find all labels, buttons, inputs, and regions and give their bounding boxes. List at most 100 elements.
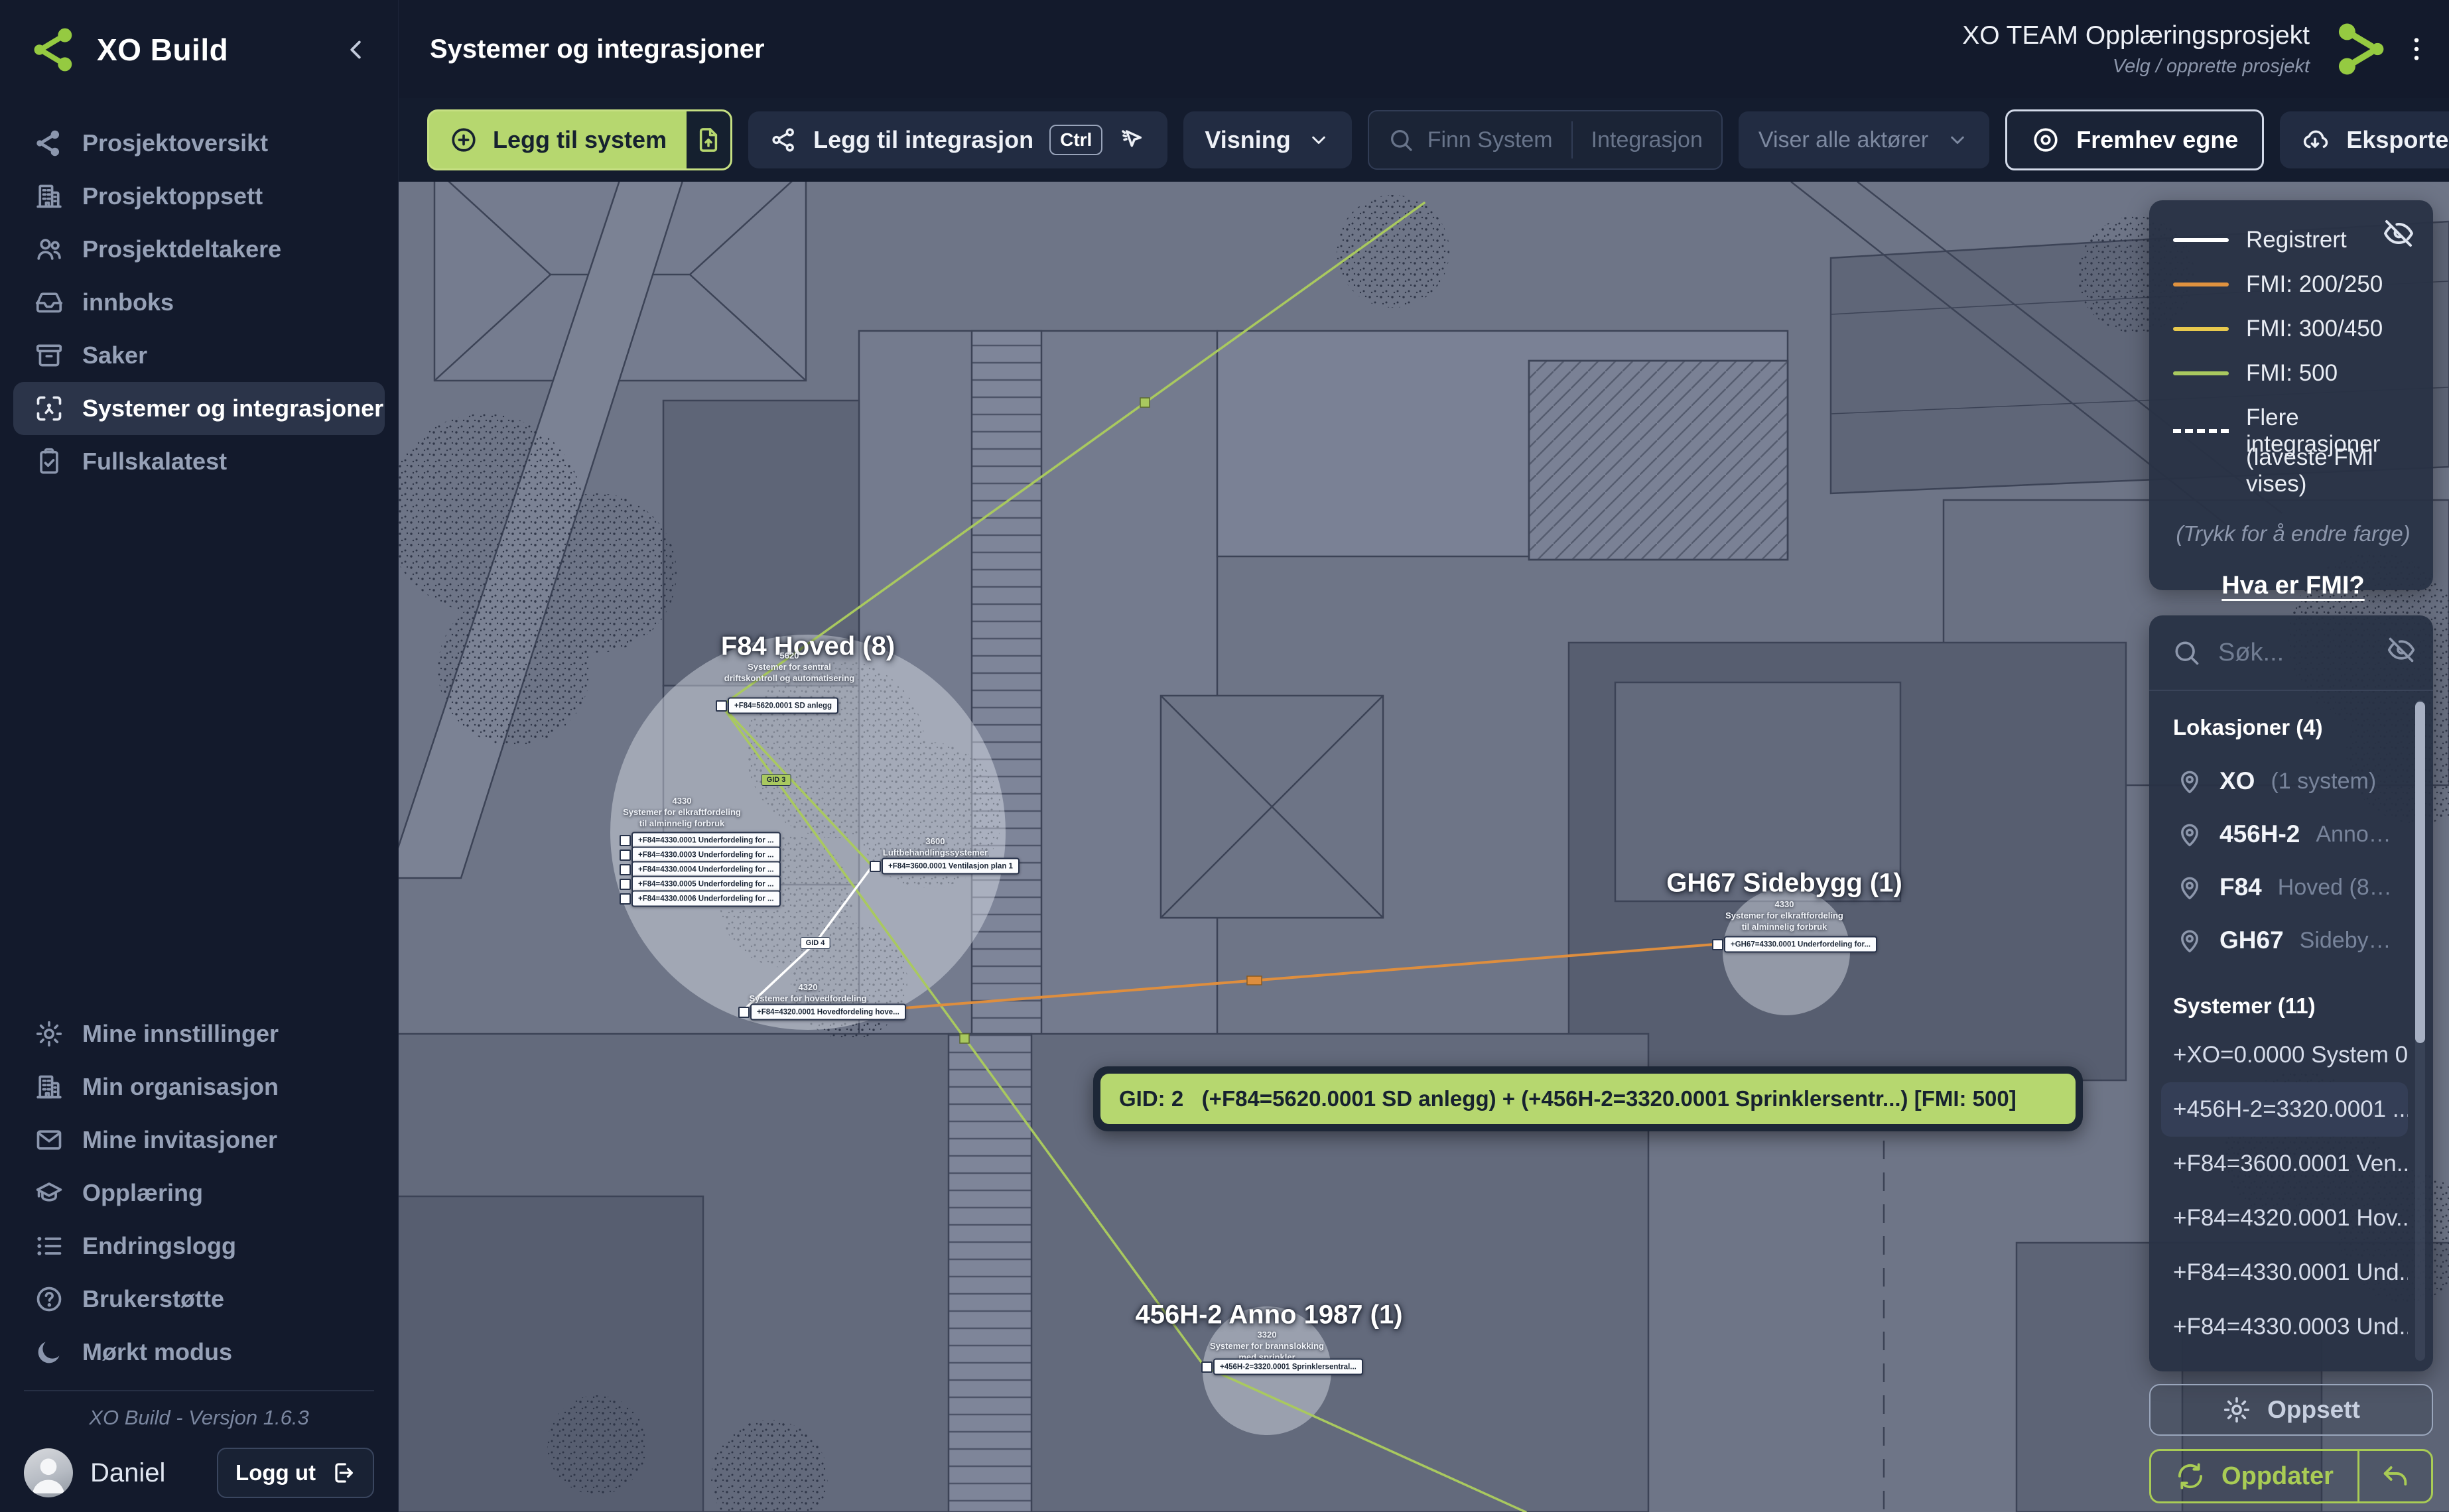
sidebar-item-label: Min organisasjon [82, 1073, 279, 1101]
view-dropdown[interactable]: Visning [1183, 111, 1351, 168]
sidebar-item-label: Prosjektoppsett [82, 182, 263, 210]
panel-scrollbar-thumb[interactable] [2415, 702, 2425, 1043]
sidebar-item-prosjektoppsett[interactable]: Prosjektoppsett [13, 170, 385, 223]
legend-line-swatch [2173, 238, 2229, 242]
system-chip[interactable]: +GH67=4330.0001 Underfordeling for... [1724, 936, 1877, 953]
panel-search-input[interactable]: Søk... [2149, 615, 2433, 691]
logout-button[interactable]: Logg ut [217, 1448, 374, 1498]
system-row[interactable]: +F84=4320.0001 Hov... [2161, 1191, 2408, 1245]
sidebar-item-label: Prosjektdeltakere [82, 235, 281, 263]
sidebar-item-saker[interactable]: Saker [13, 329, 385, 382]
what-is-fmi-link[interactable]: Hva er FMI? [2173, 572, 2413, 600]
location-row-f84[interactable]: F84 Hoved (8 sys... [2176, 861, 2396, 914]
system-chip[interactable]: +F84=4320.0001 Hovedfordeling hove... [750, 1004, 906, 1021]
search-icon [1388, 127, 1414, 153]
target-icon [2031, 125, 2060, 155]
legend-row-fmi-500[interactable]: FMI: 500 [2173, 360, 2413, 387]
system-chip[interactable]: +F84=5620.0001 SD anlegg [728, 698, 838, 714]
system-chip[interactable]: +F84=3600.0001 Ventilasjon plan 1 [882, 858, 1020, 875]
system-row[interactable]: +F84=4330.0003 Und... [2161, 1300, 2408, 1354]
sidebar-item-label: Endringslogg [82, 1232, 236, 1260]
add-system-label: Legg til system [493, 126, 667, 154]
gid-badge-3[interactable]: GID 3 [761, 774, 791, 786]
brand-row: XO Build [0, 0, 398, 99]
sidebar-item-min-organisasjon[interactable]: Min organisasjon [13, 1060, 385, 1113]
orange-connector-handle[interactable] [1247, 976, 1262, 985]
find-system-input[interactable]: Finn System [1369, 111, 1571, 168]
legend-row-fmi-300-450[interactable]: FMI: 300/450 [2173, 316, 2413, 342]
help-circle-icon [34, 1285, 64, 1314]
location-row-456h2[interactable]: 456H-2 Anno 19... [2176, 808, 2396, 861]
legend-row-fmi-200-250[interactable]: FMI: 200/250 [2173, 271, 2413, 298]
find-system-placeholder: Finn System [1427, 127, 1553, 153]
molecule-icon [34, 129, 64, 158]
legend-hide-eye-off-icon[interactable] [2383, 218, 2415, 249]
sidebar-item-label: Systemer og integrasjoner [82, 395, 383, 422]
legend-line-swatch [2173, 371, 2229, 375]
group-label-4330: 4330Systemer for elkraftfordelingtil alm… [623, 795, 741, 829]
system-row[interactable]: +XO=0.0000 System 0 [2161, 1028, 2408, 1082]
inbox-icon [34, 288, 64, 317]
add-system-button[interactable]: Legg til system [427, 109, 732, 170]
sidebar-item-endringslogg[interactable]: Endringslogg [13, 1220, 385, 1273]
chevron-down-icon [1946, 128, 1969, 152]
setup-button[interactable]: Oppsett [2149, 1384, 2433, 1436]
cursor-icon [1118, 126, 1146, 154]
location-row-xo[interactable]: XO (1 system) [2176, 755, 2396, 808]
gid-badge-4[interactable]: GID 4 [801, 937, 830, 949]
update-label: Oppdater [2221, 1462, 2334, 1491]
cluster-label-gh67[interactable]: GH67 Sidebygg (1) [1666, 869, 1902, 899]
sidebar-item-mine-invitasjoner[interactable]: Mine invitasjoner [13, 1113, 385, 1166]
add-integration-button[interactable]: Legg til integrasjon Ctrl [748, 111, 1167, 168]
setup-label: Oppsett [2267, 1396, 2360, 1424]
system-chip[interactable]: +F84=4330.0006 Underfordeling for ... [631, 891, 781, 907]
system-row[interactable]: +F84=3600.0001 Ven... [2161, 1137, 2408, 1191]
user-row: Daniel Logg ut [0, 1434, 398, 1512]
integration-input[interactable]: Integrasjon [1573, 111, 1721, 168]
undo-button[interactable] [2357, 1451, 2431, 1501]
legend-row-registrert[interactable]: Registrert [2173, 227, 2413, 253]
legend-line-swatch [2173, 283, 2229, 286]
integration-tooltip-text: GID: 2 (+F84=5620.0001 SD anlegg) + (+45… [1100, 1074, 2076, 1124]
sidebar-item-innboks[interactable]: innboks [13, 276, 385, 329]
undo-icon [2380, 1461, 2411, 1491]
sidebar-divider [24, 1390, 374, 1391]
panel-scrollbar-track[interactable] [2415, 700, 2425, 1361]
import-system-button[interactable] [687, 111, 730, 168]
update-main[interactable]: Oppdater [2151, 1451, 2357, 1501]
clipboard-check-icon [34, 447, 64, 476]
highlight-own-button[interactable]: Fremhev egne [2005, 109, 2264, 170]
panel-hide-eye-off-icon[interactable] [2387, 635, 2416, 664]
cloud-download-icon [2301, 125, 2330, 155]
sidebar-item-label: Prosjektoversikt [82, 129, 268, 157]
location-row-gh67[interactable]: GH67 Sidebygg (... [2176, 914, 2396, 967]
export-dropdown[interactable]: Eksporter [2280, 111, 2449, 168]
sidebar-item-mine-innstillinger[interactable]: Mine innstillinger [13, 1007, 385, 1060]
project-selector[interactable]: XO TEAM Opplæringsprosjekt Velg / oppret… [1962, 21, 2310, 78]
system-row[interactable]: +F84=4330.0001 Und... [2161, 1245, 2408, 1300]
system-row-selected[interactable]: +456H-2=3320.0001 ... [2161, 1082, 2408, 1137]
users-icon [34, 235, 64, 264]
sidebar-collapse-button[interactable] [341, 34, 371, 65]
map-canvas[interactable]: F84 Hoved (8) GH67 Sidebygg (1) 456H-2 A… [398, 182, 2449, 1512]
sidebar-item-prosjektoversikt[interactable]: Prosjektoversikt [13, 117, 385, 170]
sidebar-item-brukerstotte[interactable]: Brukerstøtte [13, 1273, 385, 1326]
project-logo-icon [2330, 20, 2388, 78]
sidebar-item-opplaering[interactable]: Opplæring [13, 1166, 385, 1220]
avatar[interactable] [24, 1448, 73, 1497]
file-upload-icon [695, 126, 722, 154]
sidebar-item-prosjektdeltakere[interactable]: Prosjektdeltakere [13, 223, 385, 276]
integration-placeholder: Integrasjon [1591, 127, 1703, 153]
actors-dropdown[interactable]: Viser alle aktører [1739, 111, 1989, 168]
update-button[interactable]: Oppdater [2149, 1449, 2433, 1503]
system-chip[interactable]: +456H-2=3320.0001 Sprinklersentral... [1213, 1359, 1363, 1375]
kebab-menu-icon[interactable] [2401, 34, 2432, 64]
app-version: XO Build - Versjon 1.6.3 [0, 1406, 398, 1430]
sidebar-item-fullskalatest[interactable]: Fullskalatest [13, 435, 385, 488]
locations-list: XO (1 system) 456H-2 Anno 19... F84 Hove… [2176, 755, 2396, 967]
sidebar-item-morkt-modus[interactable]: Mørkt modus [13, 1326, 385, 1379]
sidebar-item-systemer-og-integrasjoner[interactable]: Systemer og integrasjoner [13, 382, 385, 435]
cluster-label-456h2[interactable]: 456H-2 Anno 1987 (1) [1135, 1300, 1402, 1330]
highlight-own-label: Fremhev egne [2076, 126, 2238, 154]
gear-icon [2222, 1395, 2251, 1424]
